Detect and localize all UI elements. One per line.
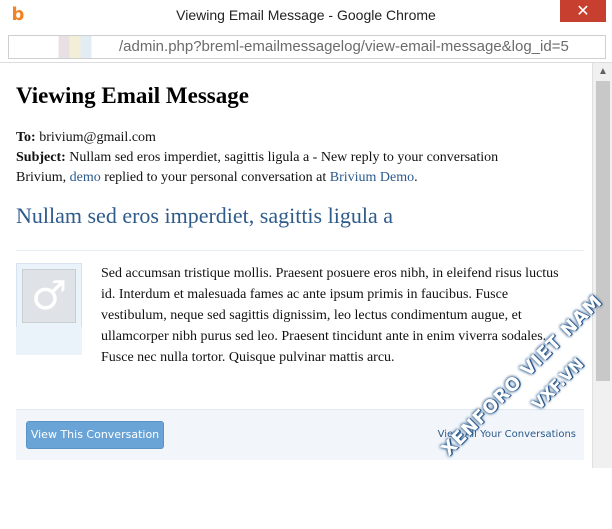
- address-bar: /admin.php?breml-emailmessagelog/view-em…: [0, 30, 612, 63]
- subject-label: Subject:: [16, 150, 66, 165]
- subject-value: Nullam sed eros imperdiet, sagittis ligu…: [69, 150, 499, 165]
- male-avatar-icon: ♂: [31, 273, 67, 319]
- to-label: To:: [16, 130, 36, 145]
- reply-notice: Brivium, demo replied to your personal c…: [16, 170, 418, 186]
- notice-prefix: Brivium,: [16, 170, 70, 185]
- message-heading[interactable]: Nullam sed eros imperdiet, sagittis ligu…: [16, 203, 393, 229]
- subject-line: Subject: Nullam sed eros imperdiet, sagi…: [16, 150, 498, 166]
- divider: [16, 250, 584, 251]
- notice-suffix: .: [414, 170, 418, 185]
- window-titlebar: b Viewing Email Message - Google Chrome …: [0, 0, 612, 31]
- avatar-column-shade: [16, 327, 82, 355]
- window-title: Viewing Email Message - Google Chrome: [176, 7, 436, 23]
- scroll-up-arrow-icon[interactable]: ▲: [593, 63, 612, 81]
- avatar[interactable]: ♂: [22, 269, 76, 323]
- close-icon: ✕: [576, 1, 590, 20]
- avatar-frame: ♂: [16, 263, 82, 329]
- notice-middle: replied to your personal conversation at: [100, 170, 330, 185]
- vertical-scrollbar[interactable]: ▲: [592, 63, 612, 468]
- page-content: Viewing Email Message To: brivium@gmail.…: [0, 63, 592, 468]
- scroll-thumb[interactable]: [596, 81, 610, 381]
- site-link-brivium-demo[interactable]: Brivium Demo: [330, 170, 414, 185]
- close-window-button[interactable]: ✕: [560, 0, 606, 22]
- url-text: /admin.php?breml-emailmessagelog/view-em…: [119, 38, 569, 55]
- view-all-conversations-link[interactable]: View All Your Conversations: [438, 429, 576, 440]
- url-field[interactable]: /admin.php?breml-emailmessagelog/view-em…: [8, 35, 606, 59]
- page-title: Viewing Email Message: [16, 83, 249, 108]
- url-host-redacted: [9, 36, 119, 58]
- view-conversation-button[interactable]: View This Conversation: [26, 421, 164, 449]
- action-bar: View This Conversation View All Your Con…: [16, 409, 584, 460]
- to-line: To: brivium@gmail.com: [16, 130, 156, 146]
- message-body: Sed accumsan tristique mollis. Praesent …: [101, 266, 559, 365]
- to-value: brivium@gmail.com: [39, 130, 156, 145]
- user-link-demo[interactable]: demo: [70, 170, 101, 185]
